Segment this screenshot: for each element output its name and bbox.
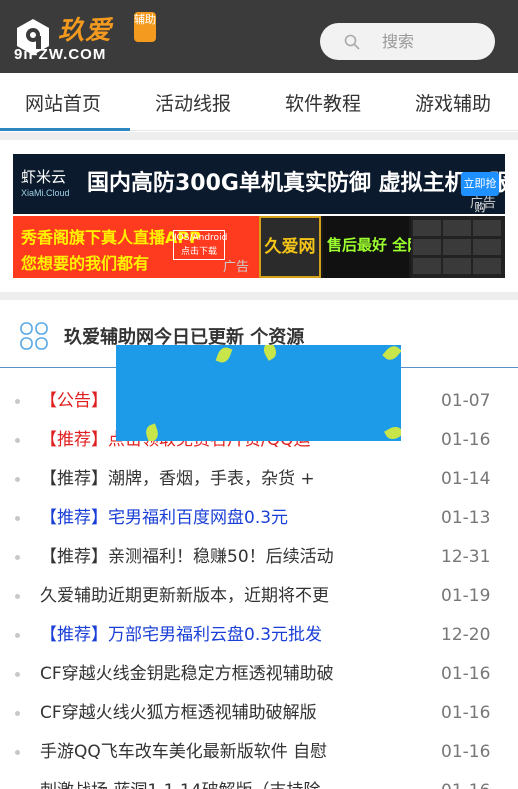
- ad-banner-bottom[interactable]: 秀香阁旗下真人直播APP 您想要的我们都有 IOS/Android 点击下载 广…: [13, 216, 505, 278]
- search-input[interactable]: 搜索: [382, 23, 414, 60]
- logo-cn-text: 玖爱: [58, 16, 113, 46]
- list-item-text: CF穿越火线火狐方框透视辅助破解版: [40, 703, 317, 723]
- list-item-date: 01-14: [441, 469, 491, 489]
- list-item-date: 01-07: [441, 391, 491, 411]
- search-box[interactable]: 搜索: [320, 23, 495, 60]
- list-item-tag: 【推荐】: [40, 508, 108, 528]
- list-item-date: 01-13: [441, 508, 491, 528]
- logo-url-text: 9iFZW.COM: [14, 46, 107, 63]
- bullet-icon: [15, 633, 20, 638]
- ad-live-line2: 您想要的我们都有: [21, 254, 150, 273]
- ad-label: 广告: [223, 260, 250, 275]
- main-nav: 网站首页 活动线报 软件教程 游戏辅助: [0, 73, 518, 131]
- site-logo[interactable]: 玖爱 辅助 9iFZW.COM: [14, 10, 162, 66]
- bullet-icon: [15, 672, 20, 677]
- nav-item-activity[interactable]: 活动线报: [155, 73, 231, 131]
- ad-banner-top[interactable]: 虾米云 XiaMi.Cloud 国内高防300G单机真实防御 虚拟主机、服务器 …: [13, 154, 505, 214]
- list-item-date: 01-16: [441, 430, 491, 450]
- list-item-date: 01-19: [441, 586, 491, 606]
- list-item-text: 万部宅男福利云盘0.3元批发: [108, 625, 323, 645]
- ad-recommend[interactable]: 久爱网推荐: [259, 216, 321, 278]
- list-item[interactable]: 久爱辅助近期更新新版本，近期将不更 01-19: [0, 577, 518, 616]
- leaf-decoration: [382, 345, 401, 363]
- list-item[interactable]: 【推荐】潮牌，香烟，手表，杂货 + 01-14: [0, 460, 518, 499]
- bullet-icon: [15, 750, 20, 755]
- list-item-title[interactable]: CF穿越火线金钥匙稳定方框透视辅助破: [40, 655, 370, 694]
- list-item-date: 01-16: [441, 703, 491, 723]
- ad-download-box[interactable]: IOS/Android 点击下载: [173, 230, 227, 260]
- ad-grid[interactable]: [411, 216, 505, 278]
- divider: [0, 132, 518, 140]
- list-item-title[interactable]: 刺激战场 蓝洞1.1.14破解版（支持除: [40, 772, 370, 789]
- floating-ad-overlay[interactable]: [116, 345, 401, 441]
- leaf-decoration: [215, 345, 233, 365]
- list-item-text: 潮牌，香烟，手表，杂货 +: [108, 469, 315, 489]
- list-item-title[interactable]: 久爱辅助近期更新新版本，近期将不更: [40, 577, 370, 616]
- list-item-title[interactable]: 手游QQ飞车改车美化最新版软件 自慰: [40, 733, 370, 772]
- list-item-text: CF穿越火线金钥匙稳定方框透视辅助破: [40, 664, 334, 684]
- leaf-decoration: [260, 345, 280, 361]
- list-item-text: 久爱辅助近期更新新版本，近期将不更: [40, 586, 329, 606]
- list-item[interactable]: CF穿越火线金钥匙稳定方框透视辅助破 01-16: [0, 655, 518, 694]
- list-item-tag: 【推荐】: [40, 469, 108, 489]
- list-item-title[interactable]: 【推荐】万部宅男福利云盘0.3元批发: [40, 616, 370, 655]
- ad-live-app[interactable]: 秀香阁旗下真人直播APP 您想要的我们都有 IOS/Android 点击下载 广…: [13, 216, 259, 278]
- list-item-title[interactable]: 【推荐】亲测福利！稳赚50！后续活动: [40, 538, 370, 577]
- list-item-date: 12-31: [441, 547, 491, 567]
- ad-brand-en: XiaMi.Cloud: [21, 188, 70, 198]
- ad-brand-logo: 虾米云 XiaMi.Cloud: [21, 160, 81, 208]
- ad-store[interactable]: 售后最好 全网最低: [323, 216, 452, 278]
- list-item[interactable]: 刺激战场 蓝洞1.1.14破解版（支持除 01-16: [0, 772, 518, 789]
- list-item-title[interactable]: 【推荐】宅男福利百度网盘0.3元: [40, 499, 370, 538]
- leaf-decoration: [143, 423, 161, 441]
- list-item-title[interactable]: CF穿越火线火狐方框透视辅助破解版: [40, 694, 370, 733]
- list-item-date: 12-20: [441, 625, 491, 645]
- list-item[interactable]: 【推荐】宅男福利百度网盘0.3元 01-13: [0, 499, 518, 538]
- nav-item-home[interactable]: 网站首页: [25, 73, 101, 131]
- list-item-tag: 【推荐】: [40, 430, 108, 450]
- nav-active-indicator: [0, 128, 130, 131]
- list-item-text: 宅男福利百度网盘0.3元: [108, 508, 289, 528]
- ad-label: 广告: [470, 196, 497, 211]
- logo-badge: 辅助: [134, 12, 156, 42]
- bullet-icon: [15, 594, 20, 599]
- bullet-icon: [15, 477, 20, 482]
- leaf-decoration: [384, 423, 401, 441]
- bullet-icon: [15, 555, 20, 560]
- list-item-text: 亲测福利！稳赚50！后续活动: [108, 547, 334, 567]
- list-item-date: 01-16: [441, 664, 491, 684]
- list-item[interactable]: CF穿越火线火狐方框透视辅助破解版 01-16: [0, 694, 518, 733]
- ad-brand-cn: 虾米云: [21, 168, 67, 186]
- bullet-icon: [15, 516, 20, 521]
- top-header: 玖爱 辅助 9iFZW.COM 搜索: [0, 0, 518, 73]
- list-item-text: 手游QQ飞车改车美化最新版软件 自慰: [40, 742, 328, 762]
- nav-item-game-assist[interactable]: 游戏辅助: [415, 73, 491, 131]
- list-item-tag: 【推荐】: [40, 547, 108, 567]
- list-item[interactable]: 手游QQ飞车改车美化最新版软件 自慰 01-16: [0, 733, 518, 772]
- bullet-icon: [15, 399, 20, 404]
- list-item-title[interactable]: 【推荐】潮牌，香烟，手表，杂货 +: [40, 460, 370, 499]
- list-item-date: 01-16: [441, 772, 490, 789]
- list-item-tag: 【公告】: [40, 391, 108, 411]
- ad-grid-pattern: [413, 220, 501, 274]
- grid-clover-icon: [20, 322, 48, 350]
- list-item-date: 01-16: [441, 742, 491, 762]
- search-icon: [344, 34, 360, 50]
- list-item[interactable]: 【推荐】亲测福利！稳赚50！后续活动 12-31: [0, 538, 518, 577]
- nav-item-tutorials[interactable]: 软件教程: [285, 73, 361, 131]
- bullet-icon: [15, 711, 20, 716]
- list-item-tag: 【推荐】: [40, 625, 108, 645]
- bullet-icon: [15, 438, 20, 443]
- list-item-text: 刺激战场 蓝洞1.1.14破解版（支持除: [40, 781, 320, 789]
- list-item[interactable]: 【推荐】万部宅男福利云盘0.3元批发 12-20: [0, 616, 518, 655]
- divider: [0, 292, 518, 300]
- ad-banner-text: 国内高防300G单机真实防御 虚拟主机、服务器: [87, 171, 505, 196]
